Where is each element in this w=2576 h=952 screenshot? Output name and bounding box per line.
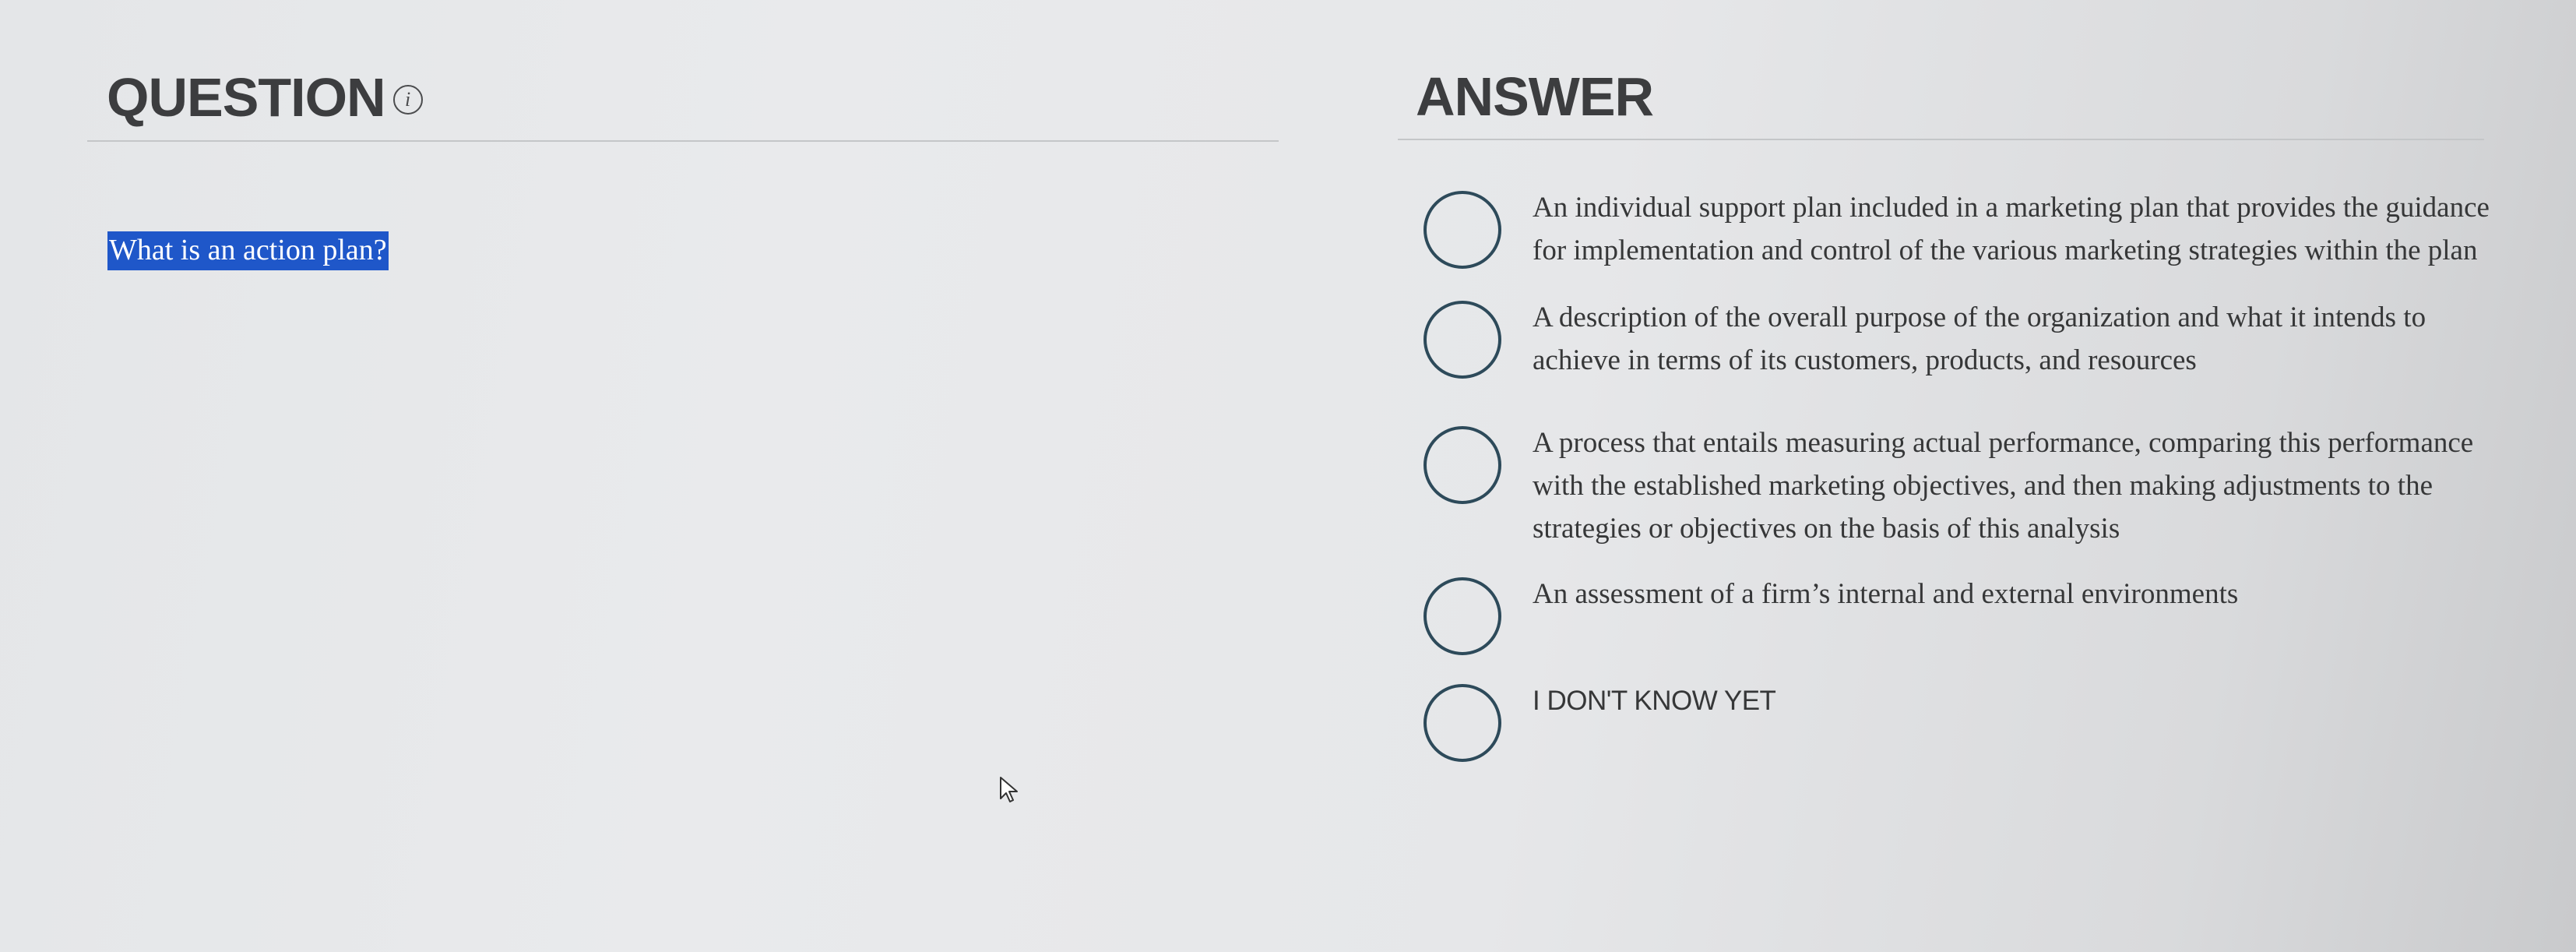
answer-option-2[interactable]: A description of the overall purpose of … <box>1423 301 2498 382</box>
answer-options: An individual support plan included in a… <box>1423 191 2498 762</box>
answer-header: ANSWER <box>1398 55 2484 140</box>
answer-option-label[interactable]: I DON'T KNOW YET <box>1533 679 1776 722</box>
radio-button[interactable] <box>1423 301 1501 379</box>
question-text: What is an action plan? <box>107 231 389 270</box>
quiz-page: QUESTION i What is an action plan? ANSWE… <box>0 0 2576 952</box>
answer-option-3[interactable]: A process that entails measuring actual … <box>1423 426 2498 550</box>
answer-option-label[interactable]: A description of the overall purpose of … <box>1533 296 2498 382</box>
answer-column: ANSWER An individual support plan includ… <box>1398 55 2490 762</box>
radio-button[interactable] <box>1423 426 1501 504</box>
radio-button[interactable] <box>1423 684 1501 762</box>
answer-option-label[interactable]: A process that entails measuring actual … <box>1533 421 2498 550</box>
radio-button[interactable] <box>1423 191 1501 269</box>
question-title: QUESTION <box>107 67 386 128</box>
answer-option-label[interactable]: An individual support plan included in a… <box>1533 186 2498 272</box>
answer-option-1[interactable]: An individual support plan included in a… <box>1423 191 2498 272</box>
info-icon[interactable]: i <box>392 85 423 115</box>
answer-option-label[interactable]: An assessment of a firm’s internal and e… <box>1533 573 2238 615</box>
answer-title: ANSWER <box>1416 66 1654 127</box>
answer-option-5[interactable]: I DON'T KNOW YET <box>1423 684 2498 762</box>
answer-option-4[interactable]: An assessment of a firm’s internal and e… <box>1423 577 2498 655</box>
radio-button[interactable] <box>1423 577 1501 655</box>
question-column: QUESTION i What is an action plan? <box>87 55 1279 270</box>
mouse-pointer-icon <box>1000 777 1018 802</box>
question-header: QUESTION i <box>87 55 1279 142</box>
